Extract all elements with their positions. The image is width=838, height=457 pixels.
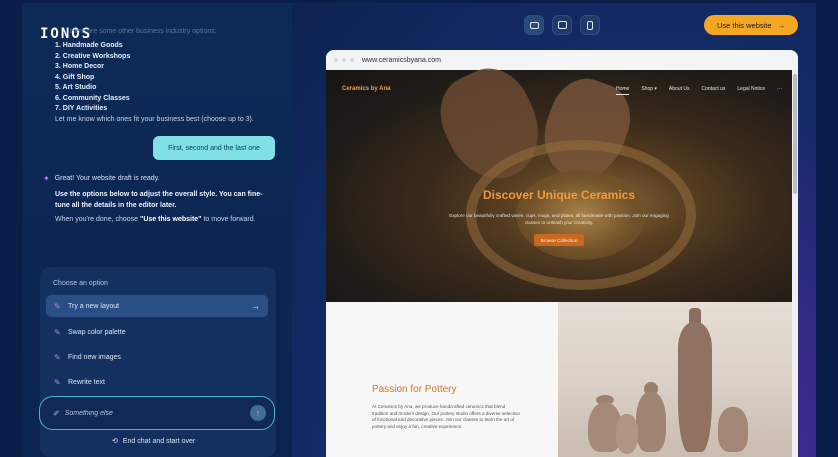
site-nav-item[interactable]: Contact us xyxy=(702,86,726,95)
preview-area: Use this website → www.ceramicsbyana.com… xyxy=(292,3,816,457)
assistant-ready-text: Great! Your website draft is ready. xyxy=(54,175,160,182)
done-suffix: to move forward. xyxy=(201,216,256,223)
site-nav-item[interactable]: Legal Notice xyxy=(737,86,765,95)
hero-title: Discover Unique Ceramics xyxy=(482,188,636,202)
arrow-up-icon: ↑ xyxy=(255,408,261,418)
list-item: 3. Home Decor xyxy=(55,63,105,70)
assistant-ready-message: ✦ Great! Your website draft is ready. xyxy=(43,174,160,183)
option-label: Try a new layout xyxy=(68,302,120,310)
window-dots xyxy=(334,58,354,62)
list-item: 6. Community Classes xyxy=(55,94,130,102)
section-text: At Ceramics by Ana, we produce handcraft… xyxy=(372,404,521,429)
option-swap-color-palette[interactable]: ✎ Swap color palette xyxy=(46,321,268,343)
restart-icon: ⟲ xyxy=(112,438,118,445)
tablet-view-button[interactable] xyxy=(552,15,572,35)
browse-collection-button[interactable]: Browse Collection xyxy=(534,234,584,246)
site-nav-item[interactable]: About Us xyxy=(669,86,690,95)
assistant-adjust-message: Use the options below to adjust the over… xyxy=(55,191,263,209)
list-item: 2. Creative Workshops xyxy=(55,52,131,60)
end-chat-button[interactable]: ⟲ End chat and start over xyxy=(112,437,196,446)
magic-wand-icon: ✎ xyxy=(54,327,61,337)
hero-section: Ceramics by Ana Home Shop ▾ About Us Con… xyxy=(326,56,792,302)
magic-wand-icon: ✎ xyxy=(54,377,61,387)
site-brand[interactable]: Ceramics by Ana xyxy=(342,86,390,92)
site-nav-item[interactable]: Home xyxy=(616,86,630,95)
preview-scrollbar[interactable] xyxy=(792,70,798,457)
scrollbar-thumb[interactable] xyxy=(793,74,797,194)
end-chat-label: End chat and start over xyxy=(122,437,196,445)
send-button[interactable]: ↑ xyxy=(250,405,266,421)
magic-wand-icon: ✎ xyxy=(54,301,61,311)
assistant-question: Let me know which ones fit your business… xyxy=(55,116,254,123)
url-text: www.ceramicsbyana.com xyxy=(362,56,441,64)
use-website-label: Use this website xyxy=(716,20,772,30)
business-options-list: 1. Handmade Goods 2. Creative Workshops … xyxy=(55,41,130,115)
tablet-icon xyxy=(557,21,567,29)
option-find-new-images[interactable]: ✎ Find new images xyxy=(46,346,268,368)
desktop-icon xyxy=(529,21,539,29)
options-title: Choose an option xyxy=(53,280,108,287)
user-message-bubble: First, second and the last one xyxy=(153,136,275,160)
pencil-icon: ✐ xyxy=(53,408,60,418)
site-nav-more[interactable]: ··· xyxy=(777,86,782,95)
chat-input[interactable] xyxy=(64,409,235,417)
magic-wand-icon: ✎ xyxy=(54,352,61,362)
vases-image xyxy=(558,302,792,457)
faded-previous-message: Here are some other business industry op… xyxy=(70,28,217,35)
section-title: Passion for Pottery xyxy=(372,384,457,395)
done-prefix: When you're done, choose xyxy=(55,216,141,223)
option-label: Swap color palette xyxy=(68,328,126,336)
arrow-right-icon: → xyxy=(777,20,786,30)
option-label: Rewrite text xyxy=(68,378,105,386)
desktop-view-button[interactable] xyxy=(524,15,544,35)
app-frame: IONOS Here are some other business indus… xyxy=(22,3,816,457)
assistant-done-message: When you're done, choose "Use this websi… xyxy=(55,214,265,225)
list-item: 4. Gift Shop xyxy=(55,73,95,81)
use-this-website-button[interactable]: Use this website → xyxy=(704,15,798,35)
options-panel: Choose an option ✎ Try a new layout → ✎ … xyxy=(39,267,276,457)
list-item: 7. DIY Activities xyxy=(55,105,108,112)
site-nav-item[interactable]: Shop ▾ xyxy=(641,86,657,95)
device-switcher xyxy=(524,15,600,35)
list-item: 5. Art Studio xyxy=(55,84,97,91)
mobile-icon xyxy=(587,20,593,30)
passion-section: Passion for Pottery At Ceramics by Ana, … xyxy=(326,302,558,457)
chat-input-box: ✐ ↑ xyxy=(39,396,275,430)
option-try-new-layout[interactable]: ✎ Try a new layout → xyxy=(46,295,268,317)
option-label: Find new images xyxy=(68,353,121,361)
url-bar: www.ceramicsbyana.com xyxy=(326,50,798,70)
hero-subtitle: Explore our beautifully crafted vases, c… xyxy=(449,213,669,225)
done-highlight: "Use this website" xyxy=(140,216,202,223)
website-preview-window: www.ceramicsbyana.com Ceramics by Ana Ho… xyxy=(326,50,798,457)
arrow-right-icon: → xyxy=(251,301,260,311)
mobile-view-button[interactable] xyxy=(580,15,600,35)
chat-panel: IONOS Here are some other business indus… xyxy=(22,3,292,457)
sparkle-icon: ✦ xyxy=(43,174,50,183)
option-rewrite-text[interactable]: ✎ Rewrite text xyxy=(46,371,268,393)
site-nav: Home Shop ▾ About Us Contact us Legal No… xyxy=(616,86,782,95)
list-item: 1. Handmade Goods xyxy=(55,42,123,49)
